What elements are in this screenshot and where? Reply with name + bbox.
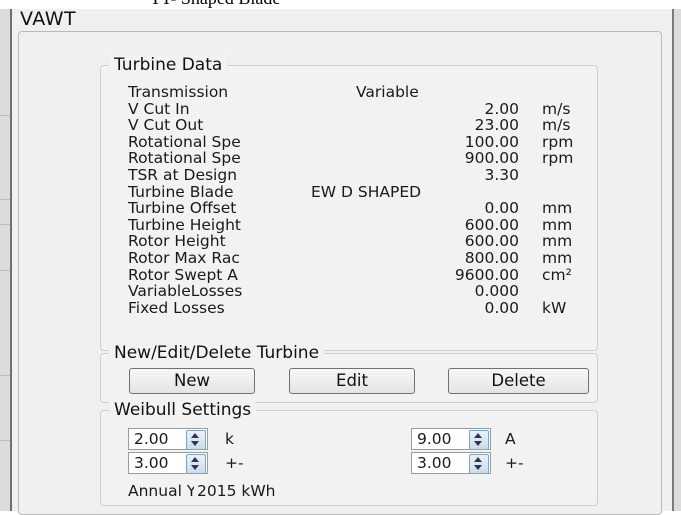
turbine-data-unit: mm <box>542 232 573 251</box>
top-caption: TT- Shaped Blade <box>150 0 280 9</box>
turbine-data-label: Fixed Losses <box>128 298 225 317</box>
a-variance-spin-arrows-icon[interactable] <box>469 454 489 474</box>
k-variance-spinbox[interactable]: 3.00 <box>128 452 208 474</box>
turbine-data-row: Turbine Height 600.00 mm <box>101 216 597 234</box>
turbine-data-value: 9600.00 <box>454 265 519 284</box>
turbine-data-label: Turbine Blade <box>128 182 234 201</box>
turbine-data-value: 3.30 <box>484 166 519 184</box>
edit-turbine-group: New/Edit/Delete Turbine New Edit Delete <box>100 343 598 403</box>
turbine-data-unit: rpm <box>542 132 574 151</box>
turbine-data-label: Rotor Swept A <box>128 265 238 284</box>
turbine-data-label: TSR at Design <box>128 166 238 184</box>
turbine-data-unit: kW <box>542 298 567 317</box>
turbine-data-value: 100.00 <box>464 132 519 151</box>
turbine-data-title: Turbine Data <box>109 55 228 75</box>
a-spin-arrows-icon[interactable] <box>469 430 489 450</box>
k-label: k <box>225 430 234 448</box>
a-variance-label: +- <box>505 454 524 472</box>
k-variance-spin-arrows-icon[interactable] <box>186 454 206 474</box>
turbine-data-label: Transmission <box>128 83 229 101</box>
turbine-data-row: Rotational Spe 900.00 rpm <box>101 149 597 167</box>
turbine-data-value: 800.00 <box>464 249 519 267</box>
turbine-data-row: Rotor Height 600.00 mm <box>101 232 597 250</box>
edit-button[interactable]: Edit <box>289 368 415 394</box>
turbine-data-value: 23.00 <box>474 116 519 135</box>
right-gutter <box>674 9 681 511</box>
a-value[interactable]: 9.00 <box>417 429 452 449</box>
annual-yield-label: Annual Yie <box>128 482 194 500</box>
turbine-data-row: Rotor Max Rac 800.00 mm <box>101 249 597 267</box>
k-variance-label: +- <box>225 454 244 472</box>
edit-turbine-title: New/Edit/Delete Turbine <box>109 343 325 363</box>
turbine-data-value: 0.000 <box>474 282 519 301</box>
turbine-data-value: Variable <box>356 83 419 101</box>
k-spinbox[interactable]: 2.00 <box>128 428 208 450</box>
weibull-settings-title: Weibull Settings <box>109 400 257 420</box>
turbine-data-value: 900.00 <box>464 149 519 168</box>
turbine-data-unit: cm² <box>542 265 572 284</box>
turbine-data-row: TSR at Design 3.30 <box>101 166 597 184</box>
turbine-data-row: Turbine Blade EW D SHAPED <box>101 183 597 201</box>
turbine-data-row: Turbine Offset 0.00 mm <box>101 199 597 217</box>
k-spin-arrows-icon[interactable] <box>186 430 206 450</box>
turbine-data-label: Rotor Height <box>128 232 226 251</box>
turbine-data-unit: m/s <box>542 99 571 118</box>
turbine-data-row: V Cut In 2.00 m/s <box>101 100 597 118</box>
turbine-data-value: 600.00 <box>464 232 519 251</box>
turbine-data-unit: m/s <box>542 116 571 135</box>
turbine-data-row: Rotor Swept A 9600.00 cm² <box>101 266 597 284</box>
a-spinbox[interactable]: 9.00 <box>411 428 491 450</box>
turbine-data-label: Turbine Height <box>128 215 241 234</box>
a-variance-spinbox[interactable]: 3.00 <box>411 452 491 474</box>
turbine-data-unit: rpm <box>542 149 574 168</box>
k-value[interactable]: 2.00 <box>134 429 169 449</box>
annual-yield-value: 2015 kWh <box>197 482 276 500</box>
a-variance-value[interactable]: 3.00 <box>417 453 452 473</box>
turbine-data-value: 600.00 <box>464 215 519 234</box>
weibull-settings-group: Weibull Settings 2.00 k 3.00 +- 9.00 A 3… <box>100 400 598 506</box>
turbine-data-row: Rotational Spe 100.00 rpm <box>101 133 597 151</box>
turbine-data-unit: mm <box>542 249 573 267</box>
turbine-data-label: Rotational Spe <box>128 132 241 151</box>
a-label: A <box>505 430 516 448</box>
turbine-data-value: 2.00 <box>484 99 519 118</box>
turbine-data-value: 0.00 <box>484 298 519 317</box>
turbine-data-row: Transmission Variable <box>101 83 597 101</box>
new-button[interactable]: New <box>129 368 255 394</box>
top-caption-strip: TT- Shaped Blade <box>0 0 681 9</box>
turbine-data-row: Fixed Losses 0.00 kW <box>101 299 597 317</box>
turbine-data-label: V Cut Out <box>128 116 204 135</box>
turbine-data-value: 0.00 <box>484 199 519 218</box>
vawt-window: VAWT Turbine Data Transmission Variable V … <box>10 8 674 515</box>
k-variance-value[interactable]: 3.00 <box>134 453 169 473</box>
turbine-data-label: VariableLosses <box>128 282 243 301</box>
turbine-data-label: V Cut In <box>128 99 190 118</box>
turbine-data-value: EW D SHAPED <box>311 182 422 201</box>
turbine-data-row: VariableLosses 0.000 <box>101 282 597 300</box>
turbine-data-label: Rotor Max Rac <box>128 249 240 267</box>
turbine-data-row: V Cut Out 23.00 m/s <box>101 116 597 134</box>
left-gutter <box>0 9 10 511</box>
turbine-data-label: Rotational Spe <box>128 149 241 168</box>
turbine-data-unit: mm <box>542 215 573 234</box>
window-title: VAWT <box>20 8 77 30</box>
delete-button[interactable]: Delete <box>448 368 589 394</box>
turbine-data-label: Turbine Offset <box>128 199 237 218</box>
turbine-data-group: Turbine Data Transmission Variable V Cut I… <box>100 55 598 351</box>
turbine-data-unit: mm <box>542 199 573 218</box>
